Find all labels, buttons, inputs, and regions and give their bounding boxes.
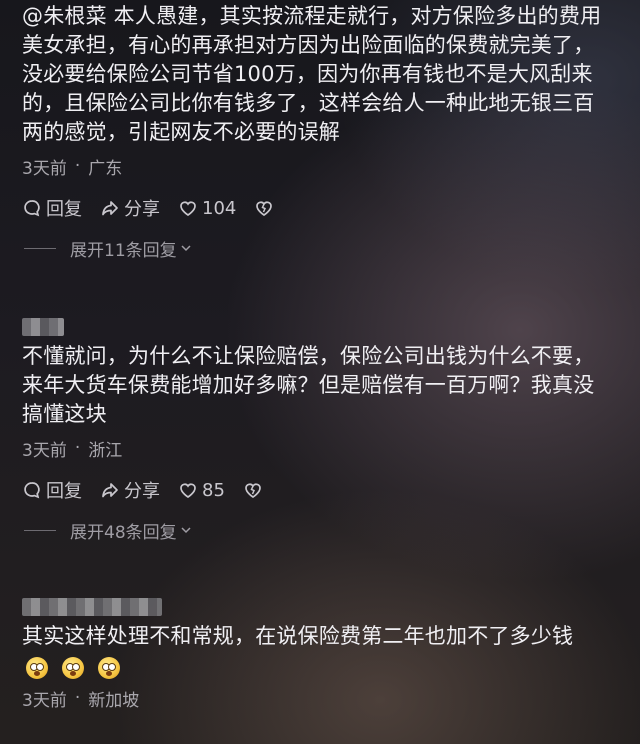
- flushed-face-emoji: [98, 657, 120, 679]
- like-button[interactable]: 85: [178, 480, 225, 501]
- reply-button[interactable]: 回复: [22, 195, 82, 221]
- divider-line: [24, 247, 56, 249]
- like-count: 104: [202, 197, 237, 219]
- meta-separator: ·: [74, 688, 81, 708]
- divider-line: [24, 529, 56, 531]
- comment-time: 3天前: [22, 158, 67, 179]
- heart-icon: [180, 201, 196, 216]
- like-count: 85: [202, 479, 225, 501]
- expand-replies-button[interactable]: 展开11条回复: [22, 235, 626, 261]
- share-arrow-icon: [102, 201, 118, 216]
- comment-actions: 回复 分享 104: [22, 193, 626, 223]
- comment-time: 3天前: [22, 440, 67, 461]
- comment-actions: 回复 分享 85: [22, 475, 626, 505]
- broken-heart-icon: [256, 201, 273, 216]
- emoji-row: [26, 657, 626, 679]
- dislike-button[interactable]: [254, 198, 274, 218]
- flushed-face-emoji: [62, 657, 84, 679]
- comment-text: 其实这样处理不和常规，在说保险费第二年也加不了多少钱: [22, 624, 574, 648]
- comment-text: 不懂就问，为什么不让保险赔偿，保险公司出钱为什么不要， 来年大货车保费能增加好多…: [22, 344, 595, 426]
- chevron-down-icon: [181, 527, 191, 534]
- username-row[interactable]: [22, 312, 626, 342]
- heart-icon: [180, 483, 196, 498]
- comment-text: @朱根菜 本人愚建，其实按流程走就行，对方保险多出的费用 美女承担，有心的再承担…: [22, 4, 602, 144]
- comment-item: 其实这样处理不和常规，在说保险费第二年也加不了多少钱 3天前 · 新加坡: [22, 592, 626, 711]
- blurred-username: [22, 598, 162, 616]
- chat-bubble-icon: [24, 200, 40, 217]
- blurred-username: [22, 318, 64, 336]
- comment-meta: 3天前 · 浙江: [22, 435, 626, 461]
- reply-button[interactable]: 回复: [22, 477, 82, 503]
- meta-separator: ·: [74, 438, 81, 458]
- comment-location: 新加坡: [88, 690, 140, 711]
- comment-time: 3天前: [22, 690, 67, 711]
- share-arrow-icon: [102, 483, 118, 498]
- comment-meta: 3天前 · 广东: [22, 153, 626, 179]
- chat-bubble-icon: [24, 482, 40, 499]
- comment-location: 浙江: [88, 440, 123, 461]
- broken-heart-icon: [245, 483, 261, 498]
- comment-item: @朱根菜 本人愚建，其实按流程走就行，对方保险多出的费用 美女承担，有心的再承担…: [22, 0, 626, 261]
- like-button[interactable]: 104: [178, 198, 236, 219]
- meta-separator: ·: [74, 156, 81, 176]
- chevron-down-icon: [181, 245, 191, 252]
- share-button[interactable]: 分享: [100, 195, 160, 221]
- flushed-face-emoji: [26, 657, 48, 679]
- username-row[interactable]: [22, 592, 626, 622]
- dislike-button[interactable]: [243, 480, 263, 500]
- comment-location: 广东: [88, 158, 123, 179]
- share-button[interactable]: 分享: [100, 477, 160, 503]
- comment-meta: 3天前 · 新加坡: [22, 685, 626, 711]
- comment-item: 不懂就问，为什么不让保险赔偿，保险公司出钱为什么不要， 来年大货车保费能增加好多…: [22, 312, 626, 543]
- expand-replies-button[interactable]: 展开48条回复: [22, 517, 626, 543]
